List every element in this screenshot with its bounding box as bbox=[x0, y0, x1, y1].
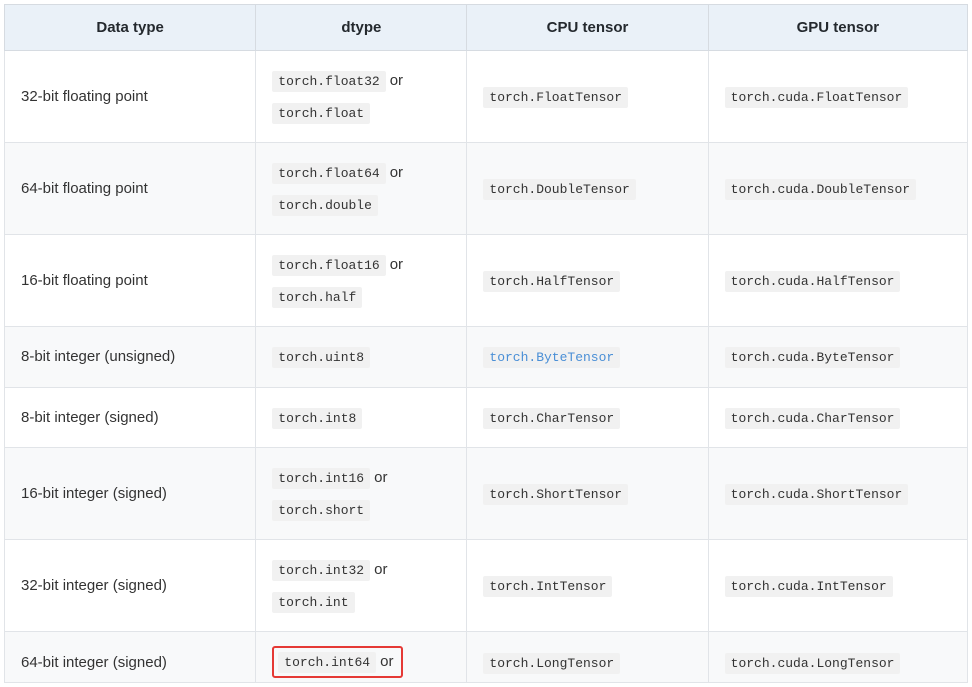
cell-gpu-tensor: torch.cuda.ShortTensor bbox=[708, 448, 967, 540]
dtype-code-primary: torch.int64 bbox=[278, 652, 376, 673]
cell-cpu-tensor: torch.IntTensor bbox=[467, 540, 708, 632]
dtype-code-secondary: torch.half bbox=[272, 287, 362, 308]
cell-dtype: torch.float32 or torch.float bbox=[256, 51, 467, 143]
cell-dtype: torch.int8 bbox=[256, 387, 467, 448]
dtype-or: or bbox=[390, 72, 403, 89]
cell-datatype: 8-bit integer (unsigned) bbox=[5, 327, 256, 388]
tensor-types-table: Data type dtype CPU tensor GPU tensor 32… bbox=[4, 4, 968, 683]
header-gpu: GPU tensor bbox=[708, 5, 967, 51]
cell-datatype: 16-bit floating point bbox=[5, 235, 256, 327]
dtype-or: or bbox=[390, 164, 403, 181]
cell-datatype: 64-bit floating point bbox=[5, 143, 256, 235]
cpu-tensor-code: torch.IntTensor bbox=[483, 576, 612, 597]
gpu-tensor-code: torch.cuda.ByteTensor bbox=[725, 347, 901, 368]
table-row: 64-bit floating pointtorch.float64ortorc… bbox=[5, 143, 968, 235]
gpu-tensor-code: torch.cuda.CharTensor bbox=[725, 408, 901, 429]
table-row: 8-bit integer (signed) torch.int8 torch.Ch… bbox=[5, 387, 968, 448]
cell-gpu-tensor: torch.cuda.CharTensor bbox=[708, 387, 967, 448]
dtype-or: or bbox=[390, 256, 403, 273]
cell-cpu-tensor: torch.LongTensor bbox=[467, 632, 708, 683]
cell-datatype: 16-bit integer (signed) bbox=[5, 448, 256, 540]
cell-datatype: 8-bit integer (signed) bbox=[5, 387, 256, 448]
cell-datatype: 32-bit integer (signed) bbox=[5, 540, 256, 632]
table-row: 32-bit integer (signed)torch.int32ortorc… bbox=[5, 540, 968, 632]
cell-dtype: torch.float64 or torch.double bbox=[256, 143, 467, 235]
gpu-tensor-code: torch.cuda.IntTensor bbox=[725, 576, 893, 597]
cpu-tensor-code[interactable]: torch.ByteTensor bbox=[483, 347, 620, 368]
dtype-code-primary: torch.uint8 bbox=[272, 347, 370, 368]
cell-gpu-tensor: torch.cuda.ByteTensor bbox=[708, 327, 967, 388]
cpu-tensor-code: torch.DoubleTensor bbox=[483, 179, 635, 200]
dtype-code-primary: torch.float16 bbox=[272, 255, 385, 276]
table-header-row: Data type dtype CPU tensor GPU tensor bbox=[5, 5, 968, 51]
cell-gpu-tensor: torch.cuda.FloatTensor bbox=[708, 51, 967, 143]
cpu-tensor-code: torch.LongTensor bbox=[483, 653, 620, 674]
gpu-tensor-code: torch.cuda.HalfTensor bbox=[725, 271, 901, 292]
cell-gpu-tensor: torch.cuda.DoubleTensor bbox=[708, 143, 967, 235]
header-cpu: CPU tensor bbox=[467, 5, 708, 51]
cpu-tensor-code: torch.HalfTensor bbox=[483, 271, 620, 292]
cpu-tensor-code: torch.FloatTensor bbox=[483, 87, 628, 108]
dtype-code-secondary: torch.float bbox=[272, 103, 370, 124]
dtype-code-primary: torch.float32 bbox=[272, 71, 385, 92]
cpu-tensor-code: torch.CharTensor bbox=[483, 408, 620, 429]
gpu-tensor-code: torch.cuda.DoubleTensor bbox=[725, 179, 916, 200]
header-dtype: dtype bbox=[256, 5, 467, 51]
dtype-code-secondary: torch.short bbox=[272, 500, 370, 521]
cell-dtype: torch.int64or bbox=[256, 632, 467, 683]
cell-dtype: torch.float16 or torch.half bbox=[256, 235, 467, 327]
dtype-or: or bbox=[374, 561, 387, 578]
dtype-code-primary: torch.float64 bbox=[272, 163, 385, 184]
header-datatype: Data type bbox=[5, 5, 256, 51]
cell-dtype: torch.int16ortorch.short bbox=[256, 448, 467, 540]
cell-datatype: 64-bit integer (signed) bbox=[5, 632, 256, 683]
cell-gpu-tensor: torch.cuda.HalfTensor bbox=[708, 235, 967, 327]
dtype-code-primary: torch.int32 bbox=[272, 560, 370, 581]
table-row: 32-bit floating pointtorch.float32ortorc… bbox=[5, 51, 968, 143]
dtype-code-secondary: torch.int bbox=[272, 592, 354, 613]
cell-gpu-tensor: torch.cuda.IntTensor bbox=[708, 540, 967, 632]
dtype-code-primary: torch.int8 bbox=[272, 408, 362, 429]
table-row: 8-bit integer (unsigned) torch.uint8 torch… bbox=[5, 327, 968, 388]
cell-dtype: torch.uint8 bbox=[256, 327, 467, 388]
cell-cpu-tensor: torch.ByteTensor bbox=[467, 327, 708, 388]
gpu-tensor-code: torch.cuda.FloatTensor bbox=[725, 87, 909, 108]
gpu-tensor-code: torch.cuda.ShortTensor bbox=[725, 484, 909, 505]
table-row: 16-bit integer (signed)torch.int16ortorc… bbox=[5, 448, 968, 540]
cell-datatype: 32-bit floating point bbox=[5, 51, 256, 143]
table-row: 64-bit integer (signed)torch.int64ortorc… bbox=[5, 632, 968, 683]
cell-gpu-tensor: torch.cuda.LongTensor bbox=[708, 632, 967, 683]
dtype-code-primary: torch.int16 bbox=[272, 468, 370, 489]
dtype-highlight: torch.int64or bbox=[272, 646, 403, 678]
dtype-or: or bbox=[374, 469, 387, 486]
cell-dtype: torch.int32or torch.int bbox=[256, 540, 467, 632]
cell-cpu-tensor: torch.DoubleTensor bbox=[467, 143, 708, 235]
cell-cpu-tensor: torch.CharTensor bbox=[467, 387, 708, 448]
cell-cpu-tensor: torch.ShortTensor bbox=[467, 448, 708, 540]
dtype-or: or bbox=[380, 653, 393, 670]
cell-cpu-tensor: torch.FloatTensor bbox=[467, 51, 708, 143]
gpu-tensor-code: torch.cuda.LongTensor bbox=[725, 653, 901, 674]
dtype-code-secondary: torch.double bbox=[272, 195, 378, 216]
cell-cpu-tensor: torch.HalfTensor bbox=[467, 235, 708, 327]
table-row: 16-bit floating pointtorch.float16ortorc… bbox=[5, 235, 968, 327]
cpu-tensor-code: torch.ShortTensor bbox=[483, 484, 628, 505]
